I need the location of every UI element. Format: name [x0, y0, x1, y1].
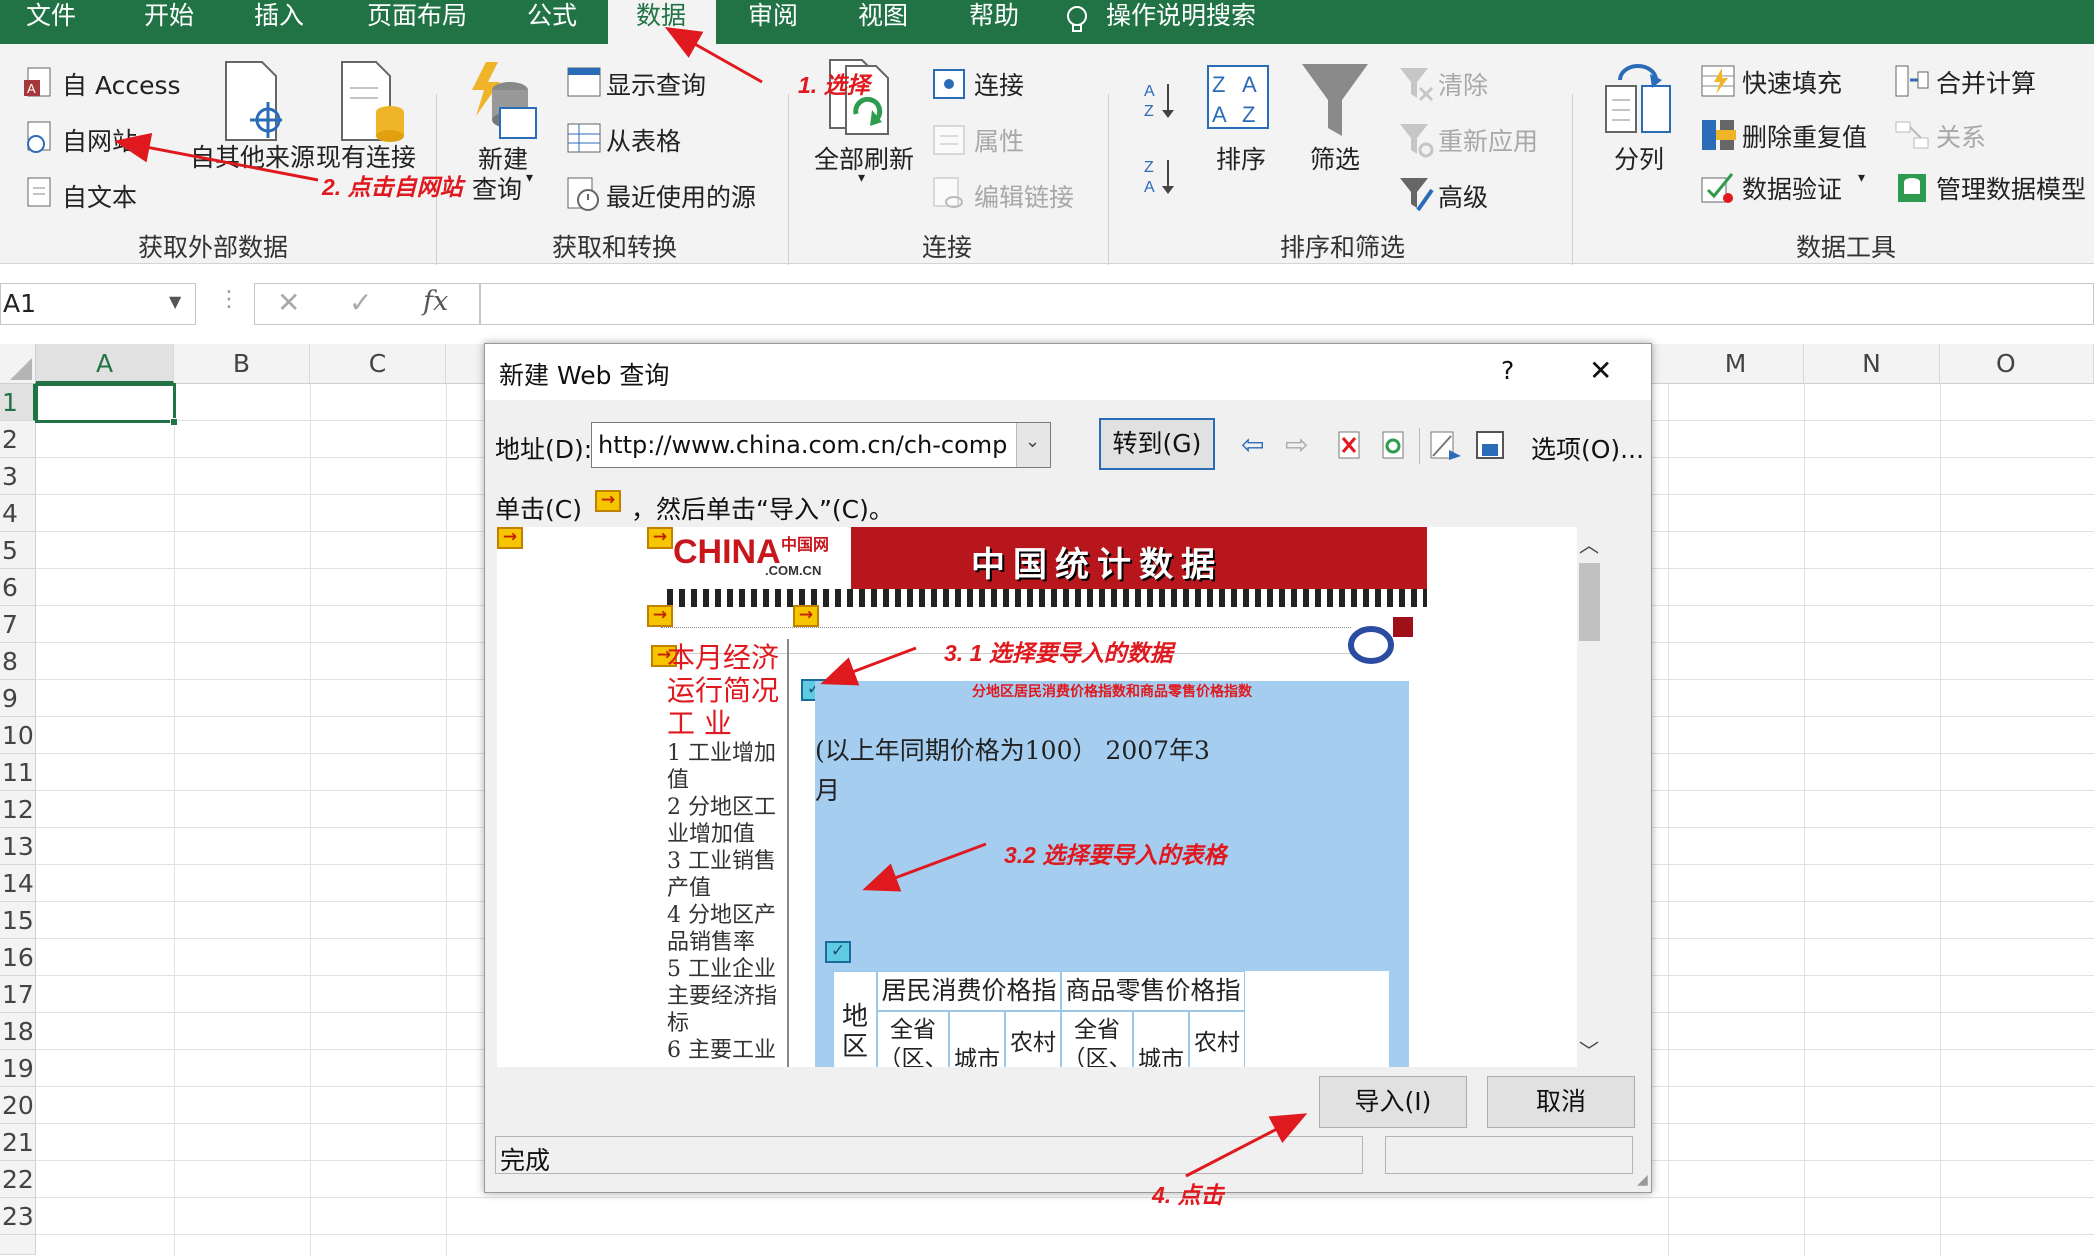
annotation-step4: 4. 点击 [1152, 1182, 1224, 1208]
annotation-step1: 1. 选择 [798, 72, 870, 98]
annotation-step3-2: 3.2 选择要导入的表格 [1004, 842, 1227, 868]
annotation-step3-1: 3. 1 选择要导入的数据 [944, 640, 1173, 666]
annotation-arrows [114, 27, 1308, 1178]
annotation-step2: 2. 点击自网站 [322, 174, 463, 200]
